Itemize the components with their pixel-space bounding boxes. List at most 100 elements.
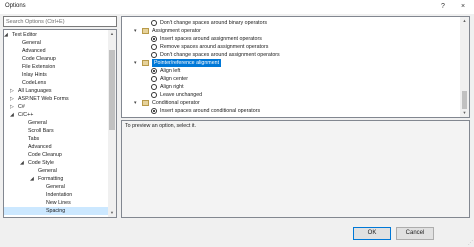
- category-icon: [142, 100, 149, 106]
- tree-item[interactable]: General: [4, 39, 108, 47]
- tree-item-label: C#: [18, 104, 25, 110]
- option-label: Don't change spaces around assignment op…: [160, 52, 280, 58]
- tree-item-label: Indentation: [46, 192, 73, 198]
- tree-item[interactable]: CodeLens: [4, 79, 108, 87]
- tree-item[interactable]: General: [4, 119, 108, 127]
- radio-button[interactable]: [151, 52, 157, 58]
- expanded-icon[interactable]: ◢: [10, 111, 14, 119]
- expanded-icon[interactable]: ▾: [134, 99, 137, 107]
- tree-item[interactable]: ◢ Formatting: [4, 175, 108, 183]
- category-label: Conditional operator: [152, 100, 200, 106]
- tree-item-label: General: [46, 184, 65, 190]
- option-label: Align right: [160, 84, 184, 90]
- expanded-icon[interactable]: ▾: [134, 59, 137, 67]
- tree-item-label: Inlay Hints: [22, 72, 47, 78]
- tree-item-label: Code Style: [28, 160, 54, 166]
- tree-item[interactable]: ◢ Text Editor: [4, 31, 108, 39]
- options-panel[interactable]: ▲ ▼ Don't change spaces around binary op…: [121, 16, 470, 118]
- scroll-down-icon[interactable]: ▼: [460, 109, 469, 117]
- tree-scrollbar[interactable]: ▲ ▼: [108, 30, 116, 217]
- radio-button[interactable]: [151, 76, 157, 82]
- cancel-button[interactable]: Cancel: [396, 227, 434, 240]
- help-button[interactable]: ?: [436, 1, 450, 13]
- tree-item-label: Advanced: [28, 144, 52, 150]
- options-scrollbar[interactable]: ▲ ▼: [460, 17, 469, 117]
- tree-item[interactable]: Scroll Bars: [4, 127, 108, 135]
- tree-item-label: Tabs: [28, 136, 40, 142]
- tree-item[interactable]: Code Cleanup: [4, 151, 108, 159]
- tree-item-label: All Languages: [18, 88, 52, 94]
- radio-button[interactable]: [151, 84, 157, 90]
- tree-item-label: C/C++: [18, 112, 34, 118]
- tree-item-label: General: [38, 168, 57, 174]
- tree-item[interactable]: File Extension: [4, 63, 108, 71]
- tree-item[interactable]: Inlay Hints: [4, 71, 108, 79]
- search-input[interactable]: Search Options (Ctrl+E): [3, 16, 117, 27]
- scroll-up-icon[interactable]: ▲: [108, 30, 116, 38]
- tree-item[interactable]: Spacing: [4, 207, 108, 215]
- tree-item-label: Text Editor: [12, 32, 38, 38]
- collapsed-icon[interactable]: ▷: [10, 103, 14, 111]
- expanded-icon[interactable]: ◢: [20, 159, 24, 167]
- tree-item-label: Advanced: [22, 48, 46, 54]
- tree-item[interactable]: Tabs: [4, 135, 108, 143]
- tree-item-label: Formatting: [38, 176, 64, 182]
- scroll-up-icon[interactable]: ▲: [460, 17, 469, 25]
- tree-item-label: Code Cleanup: [28, 152, 62, 158]
- tree-item[interactable]: ▷ C#: [4, 103, 108, 111]
- option-label: Remove spaces around assignment operator…: [160, 44, 269, 50]
- radio-button[interactable]: [151, 92, 157, 98]
- radio-button[interactable]: [151, 20, 157, 26]
- tree-item-label: New Lines: [46, 200, 71, 206]
- tree-item[interactable]: Advanced: [4, 143, 108, 151]
- collapsed-icon[interactable]: ▷: [10, 95, 14, 103]
- category-icon: [142, 28, 149, 34]
- option-label: Don't change spaces around binary operat…: [160, 20, 268, 26]
- tree-item[interactable]: Indentation: [4, 191, 108, 199]
- radio-button[interactable]: [151, 68, 157, 74]
- scroll-down-icon[interactable]: ▼: [108, 209, 116, 217]
- search-placeholder: Search Options (Ctrl+E): [6, 19, 65, 25]
- radio-button[interactable]: [151, 44, 157, 50]
- radio-button[interactable]: [151, 108, 157, 114]
- tree-item[interactable]: Code Cleanup: [4, 55, 108, 63]
- tree-item[interactable]: General: [4, 183, 108, 191]
- options-tree[interactable]: ▲ ▼ ◢ Text Editor General Advanced Code Clea…: [3, 29, 117, 218]
- option-label: Insert spaces around assignment operator…: [160, 36, 262, 42]
- title-bar: Options ? ×: [0, 0, 474, 14]
- tree-item-label: File Extension: [22, 64, 56, 70]
- tree-item-label: Spacing: [46, 208, 66, 214]
- tree-item[interactable]: Advanced: [4, 47, 108, 55]
- option-label: Leave unchanged: [160, 92, 203, 98]
- preview-pane: To preview an option, select it.: [121, 120, 470, 218]
- tree-item[interactable]: General: [4, 167, 108, 175]
- radio-button[interactable]: [151, 36, 157, 42]
- tree-item[interactable]: ◢ Code Style: [4, 159, 108, 167]
- close-button[interactable]: ×: [456, 1, 470, 13]
- tree-item-label: CodeLens: [22, 80, 47, 86]
- expanded-icon[interactable]: ◢: [30, 175, 34, 183]
- tree-item-label: General: [28, 120, 47, 126]
- tree-item-label: Scroll Bars: [28, 128, 54, 134]
- tree-item[interactable]: ▷ ASP.NET Web Forms: [4, 95, 108, 103]
- category-label: Pointer/reference alignment: [152, 59, 222, 67]
- tree-item[interactable]: New Lines: [4, 199, 108, 207]
- option-label: Align center: [160, 76, 188, 82]
- collapsed-icon[interactable]: ▷: [10, 87, 14, 95]
- tree-item-label: Code Cleanup: [22, 56, 56, 62]
- ok-button[interactable]: OK: [353, 227, 391, 240]
- options-scroll-thumb[interactable]: [462, 91, 467, 109]
- resize-grip-icon[interactable]: ⋰: [468, 240, 473, 246]
- tree-item-label: General: [22, 40, 41, 46]
- tree-item-label: ASP.NET Web Forms: [18, 96, 69, 102]
- category-label: Assignment operator: [152, 28, 201, 34]
- expanded-icon[interactable]: ◢: [4, 31, 8, 39]
- expanded-icon[interactable]: ▾: [134, 27, 137, 35]
- tree-scroll-thumb[interactable]: [109, 50, 115, 130]
- option-label: Insert spaces around conditional operato…: [160, 108, 261, 114]
- option-label: Align left: [160, 68, 181, 74]
- tree-item[interactable]: ▷ All Languages: [4, 87, 108, 95]
- preview-text: To preview an option, select it.: [125, 123, 196, 129]
- tree-item[interactable]: ◢ C/C++: [4, 111, 108, 119]
- category-icon: [142, 60, 149, 66]
